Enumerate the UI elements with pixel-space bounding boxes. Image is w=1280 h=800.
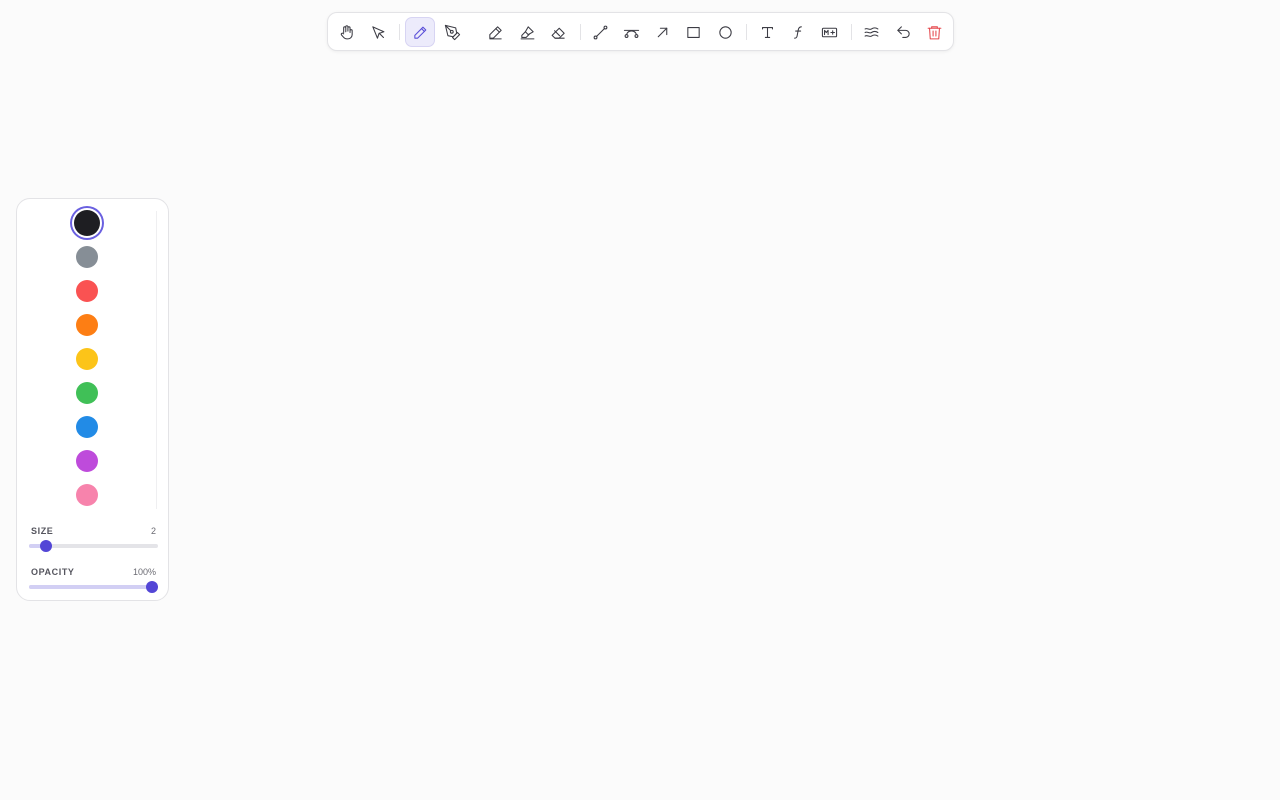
opacity-value: 100% — [132, 567, 156, 577]
highlighter-tool-button[interactable] — [512, 17, 542, 47]
color-swatch[interactable] — [74, 210, 100, 236]
select-tool-button[interactable] — [363, 17, 393, 47]
arrow-tool-button[interactable] — [647, 17, 677, 47]
highlighter-icon — [520, 25, 534, 39]
color-swatch[interactable] — [76, 416, 98, 438]
text-icon — [761, 26, 773, 38]
circle-icon — [718, 25, 732, 39]
wave-icon — [864, 26, 878, 37]
hand-icon — [340, 24, 353, 39]
pen-tool-button[interactable] — [437, 17, 467, 47]
toolbar-divider — [580, 24, 581, 40]
line-tool-button[interactable] — [585, 17, 615, 47]
opacity-label-row: OPACITY 100% — [31, 566, 156, 578]
undo-icon — [896, 25, 910, 38]
color-swatch[interactable] — [76, 280, 98, 302]
size-label-row: SIZE 2 — [31, 525, 156, 537]
size-label: SIZE — [31, 526, 54, 536]
size-slider[interactable] — [29, 540, 158, 552]
curve-icon — [623, 29, 639, 38]
size-value: 2 — [150, 526, 156, 536]
arrow-icon — [657, 27, 667, 37]
toolbar — [327, 12, 954, 51]
color-swatch[interactable] — [76, 348, 98, 370]
style-panel: SIZE 2 OPACITY 100% — [16, 198, 169, 601]
opacity-slider-fill — [29, 585, 152, 589]
toolbar-divider — [746, 24, 747, 40]
color-swatch[interactable] — [76, 382, 98, 404]
toolbar-divider — [399, 24, 400, 40]
rectangle-tool-button[interactable] — [678, 17, 708, 47]
color-swatch[interactable] — [76, 246, 98, 268]
pen-nib-icon — [444, 24, 460, 40]
markdown-icon — [821, 27, 837, 37]
opacity-slider-thumb[interactable] — [146, 581, 158, 593]
toolbar-divider — [851, 24, 852, 40]
color-swatch[interactable] — [76, 450, 98, 472]
pencil-tool-button[interactable] — [405, 17, 435, 47]
hand-tool-button[interactable] — [331, 17, 361, 47]
line-icon — [593, 25, 607, 39]
eraser-tool-button[interactable] — [543, 17, 573, 47]
markdown-tool-button[interactable] — [814, 17, 844, 47]
text-tool-button[interactable] — [752, 17, 782, 47]
opacity-slider[interactable] — [29, 581, 158, 593]
circle-tool-button[interactable] — [710, 17, 740, 47]
trash-icon — [927, 25, 941, 39]
rectangle-icon — [686, 26, 700, 38]
size-slider-thumb[interactable] — [39, 540, 52, 552]
function-icon — [793, 25, 802, 39]
clear-canvas-button[interactable] — [919, 17, 949, 47]
marker-icon — [488, 25, 502, 39]
pencil-icon — [413, 26, 426, 39]
select-arrow-icon — [371, 25, 384, 39]
function-tool-button[interactable] — [783, 17, 813, 47]
drawing-canvas[interactable] — [0, 0, 1280, 800]
marker-tool-button[interactable] — [480, 17, 510, 47]
curve-tool-button[interactable] — [616, 17, 646, 47]
undo-button[interactable] — [888, 17, 918, 47]
opacity-label: OPACITY — [31, 567, 75, 577]
color-swatch[interactable] — [76, 314, 98, 336]
color-list-scrollbar[interactable] — [156, 211, 157, 509]
smooth-tool-button[interactable] — [856, 17, 886, 47]
eraser-icon — [551, 27, 565, 39]
color-swatch[interactable] — [76, 484, 98, 506]
